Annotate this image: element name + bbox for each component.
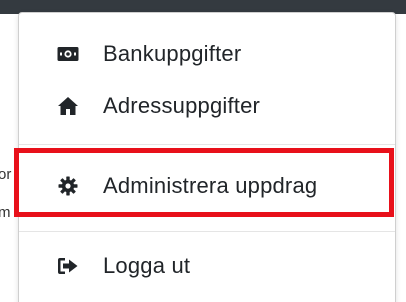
menu-item-logout[interactable]: Logga ut (19, 246, 395, 286)
page: or m Bankuppgifter Adressuppgifter Admin… (0, 0, 406, 302)
menu-item-label: Logga ut (103, 253, 191, 278)
user-dropdown-menu: Bankuppgifter Adressuppgifter Administre… (18, 12, 396, 302)
menu-divider (19, 144, 395, 145)
menu-item-address-details[interactable]: Adressuppgifter (19, 86, 395, 126)
sign-out-icon (57, 255, 79, 277)
menu-divider (19, 231, 395, 232)
background-text-fragment: or (0, 166, 12, 183)
menu-item-label: Administrera uppdrag (103, 173, 318, 198)
menu-item-label: Adressuppgifter (103, 93, 261, 118)
menu-item-label: Bankuppgifter (103, 41, 242, 66)
menu-item-bank-details[interactable]: Bankuppgifter (19, 34, 395, 74)
home-icon (57, 95, 79, 117)
gear-icon (57, 175, 79, 197)
background-text-fragment: m (0, 204, 11, 221)
menu-item-manage-assignments[interactable]: Administrera uppdrag (19, 166, 395, 206)
money-bill-icon (57, 43, 79, 65)
